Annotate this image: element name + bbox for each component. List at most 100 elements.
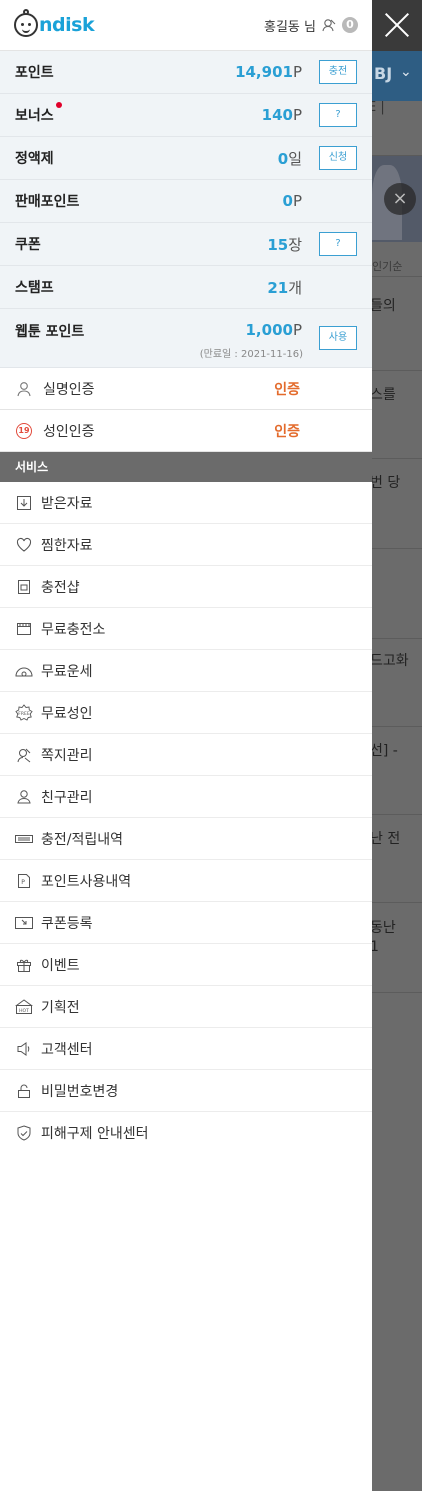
- menu-label: 비밀번호변경: [41, 1083, 119, 1100]
- menu-item-received-files[interactable]: 받은자료: [0, 482, 372, 524]
- menu-label: 충전/적립내역: [41, 831, 123, 848]
- charge-button[interactable]: 충전: [319, 60, 357, 84]
- background-snippet: 들의: [370, 298, 396, 314]
- hot-icon: HOT: [15, 998, 33, 1016]
- menu-label: 친구관리: [41, 789, 93, 806]
- subscription-label: 정액제: [15, 151, 54, 167]
- shield-icon: [15, 1124, 33, 1142]
- background-snippet: 동난: [370, 920, 396, 936]
- menu-label: 포인트사용내역: [41, 873, 132, 890]
- shop-icon: [15, 578, 33, 596]
- menu-label: 기획전: [41, 999, 80, 1016]
- menu-item-friends[interactable]: 친구관리: [0, 776, 372, 818]
- speaker-icon: [15, 1040, 33, 1058]
- svg-text:FREE: FREE: [18, 711, 30, 717]
- logo-face-icon: [14, 9, 38, 37]
- menu-item-messages[interactable]: 쪽지관리: [0, 734, 372, 776]
- close-drawer-icon[interactable]: [380, 8, 414, 42]
- menu-item-change-password[interactable]: 비밀번호변경: [0, 1070, 372, 1112]
- background-sort-label: 인기순: [372, 260, 403, 273]
- background-divider: [372, 548, 422, 549]
- stamp-value: 21개: [267, 278, 302, 297]
- adult-cert-row[interactable]: 19 성인인증 인증: [0, 410, 372, 452]
- bonus-row: 보너스 140P ?: [0, 94, 372, 137]
- webtoon-point-value: 1,000P: [245, 321, 303, 339]
- menu-item-charge-history[interactable]: 충전/적립내역: [0, 818, 372, 860]
- cert-status: 인증: [274, 423, 300, 440]
- bonus-value: 140P: [261, 106, 302, 124]
- bonus-help-button[interactable]: ?: [319, 103, 357, 127]
- menu-item-free-fortune[interactable]: 무료운세: [0, 650, 372, 692]
- background-divider: [372, 726, 422, 727]
- webtoon-point-row: 웹툰 포인트 1,000P (만료일 : 2021-11-16) 사용: [0, 309, 372, 368]
- menu-item-charge-shop[interactable]: 충전샵: [0, 566, 372, 608]
- apply-button[interactable]: 신청: [319, 146, 357, 170]
- stamp-label: 스탬프: [15, 280, 54, 296]
- menu-item-exhibitions[interactable]: HOT 기획전: [0, 986, 372, 1028]
- coupon-help-button[interactable]: ?: [319, 232, 357, 256]
- webtoon-point-label: 웹툰 포인트: [15, 324, 85, 340]
- menu-item-customer-center[interactable]: 고객센터: [0, 1028, 372, 1070]
- point-doc-icon: P: [15, 872, 33, 890]
- menu-label: 피해구제 안내센터: [41, 1126, 149, 1142]
- message-count-badge[interactable]: 0: [342, 17, 358, 33]
- menu-label: 고객센터: [41, 1041, 93, 1058]
- sales-point-label: 판매포인트: [15, 194, 80, 210]
- point-value: 14,901P: [235, 63, 302, 81]
- friend-icon[interactable]: [322, 18, 336, 32]
- menu-item-point-usage[interactable]: P 포인트사용내역: [0, 860, 372, 902]
- real-name-cert-row[interactable]: 실명인증 인증: [0, 368, 372, 410]
- use-button[interactable]: 사용: [319, 326, 357, 350]
- svg-text:HOT: HOT: [19, 1008, 29, 1014]
- background-divider: [372, 638, 422, 639]
- menu-label: 받은자료: [41, 495, 93, 512]
- points-panel: 포인트 14,901P 충전 보너스 140P ? 정액제 0일 신청 판매포인…: [0, 51, 372, 368]
- subscription-row: 정액제 0일 신청: [0, 137, 372, 180]
- background-snippet: 번 당: [370, 475, 401, 491]
- banner-close-icon: ×: [384, 183, 416, 215]
- ondisk-logo[interactable]: ndisk: [14, 9, 95, 37]
- adult-19-icon: 19: [15, 422, 33, 440]
- free-badge-icon: FREE: [15, 703, 33, 722]
- message-icon: [15, 746, 33, 764]
- subscription-value: 0일: [277, 149, 302, 168]
- background-divider: [372, 992, 422, 993]
- coupon-icon: [15, 914, 33, 932]
- person-icon: [15, 380, 33, 398]
- background-snippet: 난 전: [370, 831, 401, 847]
- background-divider: [372, 458, 422, 459]
- background-snippet: 드고화: [370, 653, 409, 669]
- fortune-icon: [15, 662, 33, 680]
- expire-date: (만료일 : 2021-11-16): [199, 349, 303, 360]
- menu-item-favorites[interactable]: 찜한자료: [0, 524, 372, 566]
- background-divider: [372, 276, 422, 277]
- menu-item-damage-relief[interactable]: 피해구제 안내센터: [0, 1112, 372, 1154]
- point-row: 포인트 14,901P 충전: [0, 51, 372, 94]
- coupon-row: 쿠폰 15장 ?: [0, 223, 372, 266]
- menu-item-events[interactable]: 이벤트: [0, 944, 372, 986]
- menu-label: 쿠폰등록: [41, 915, 93, 932]
- logo-text: ndisk: [39, 14, 95, 36]
- background-snippet: 선] -: [370, 743, 398, 759]
- new-dot-icon: [55, 102, 62, 108]
- menu-label: 이벤트: [41, 957, 80, 974]
- gift-icon: [15, 956, 33, 974]
- cert-label: 실명인증: [43, 381, 95, 398]
- friend-icon: [15, 788, 33, 806]
- bonus-label: 보너스: [15, 102, 62, 125]
- menu-item-coupon-register[interactable]: 쿠폰등록: [0, 902, 372, 944]
- menu-item-free-adult[interactable]: FREE 무료성인: [0, 692, 372, 734]
- chevron-down-icon: ⌄: [400, 64, 412, 80]
- stamp-row: 스탬프 21개: [0, 266, 372, 309]
- coupon-label: 쿠폰: [15, 237, 41, 253]
- sales-point-value: 0P: [282, 192, 302, 210]
- menu-label: 쪽지관리: [41, 747, 93, 764]
- background-snippet: 스를: [370, 387, 396, 403]
- user-name: 홍길동 님: [264, 19, 316, 35]
- menu-item-free-charge[interactable]: 무료충전소: [0, 608, 372, 650]
- cert-status: 인증: [274, 381, 300, 398]
- card-icon: [15, 830, 33, 848]
- cert-label: 성인인증: [43, 423, 95, 440]
- background-divider: [372, 814, 422, 815]
- side-drawer: ndisk 홍길동 님 0 포인트 14,901P 충전 보너스 140P ? …: [0, 0, 372, 1491]
